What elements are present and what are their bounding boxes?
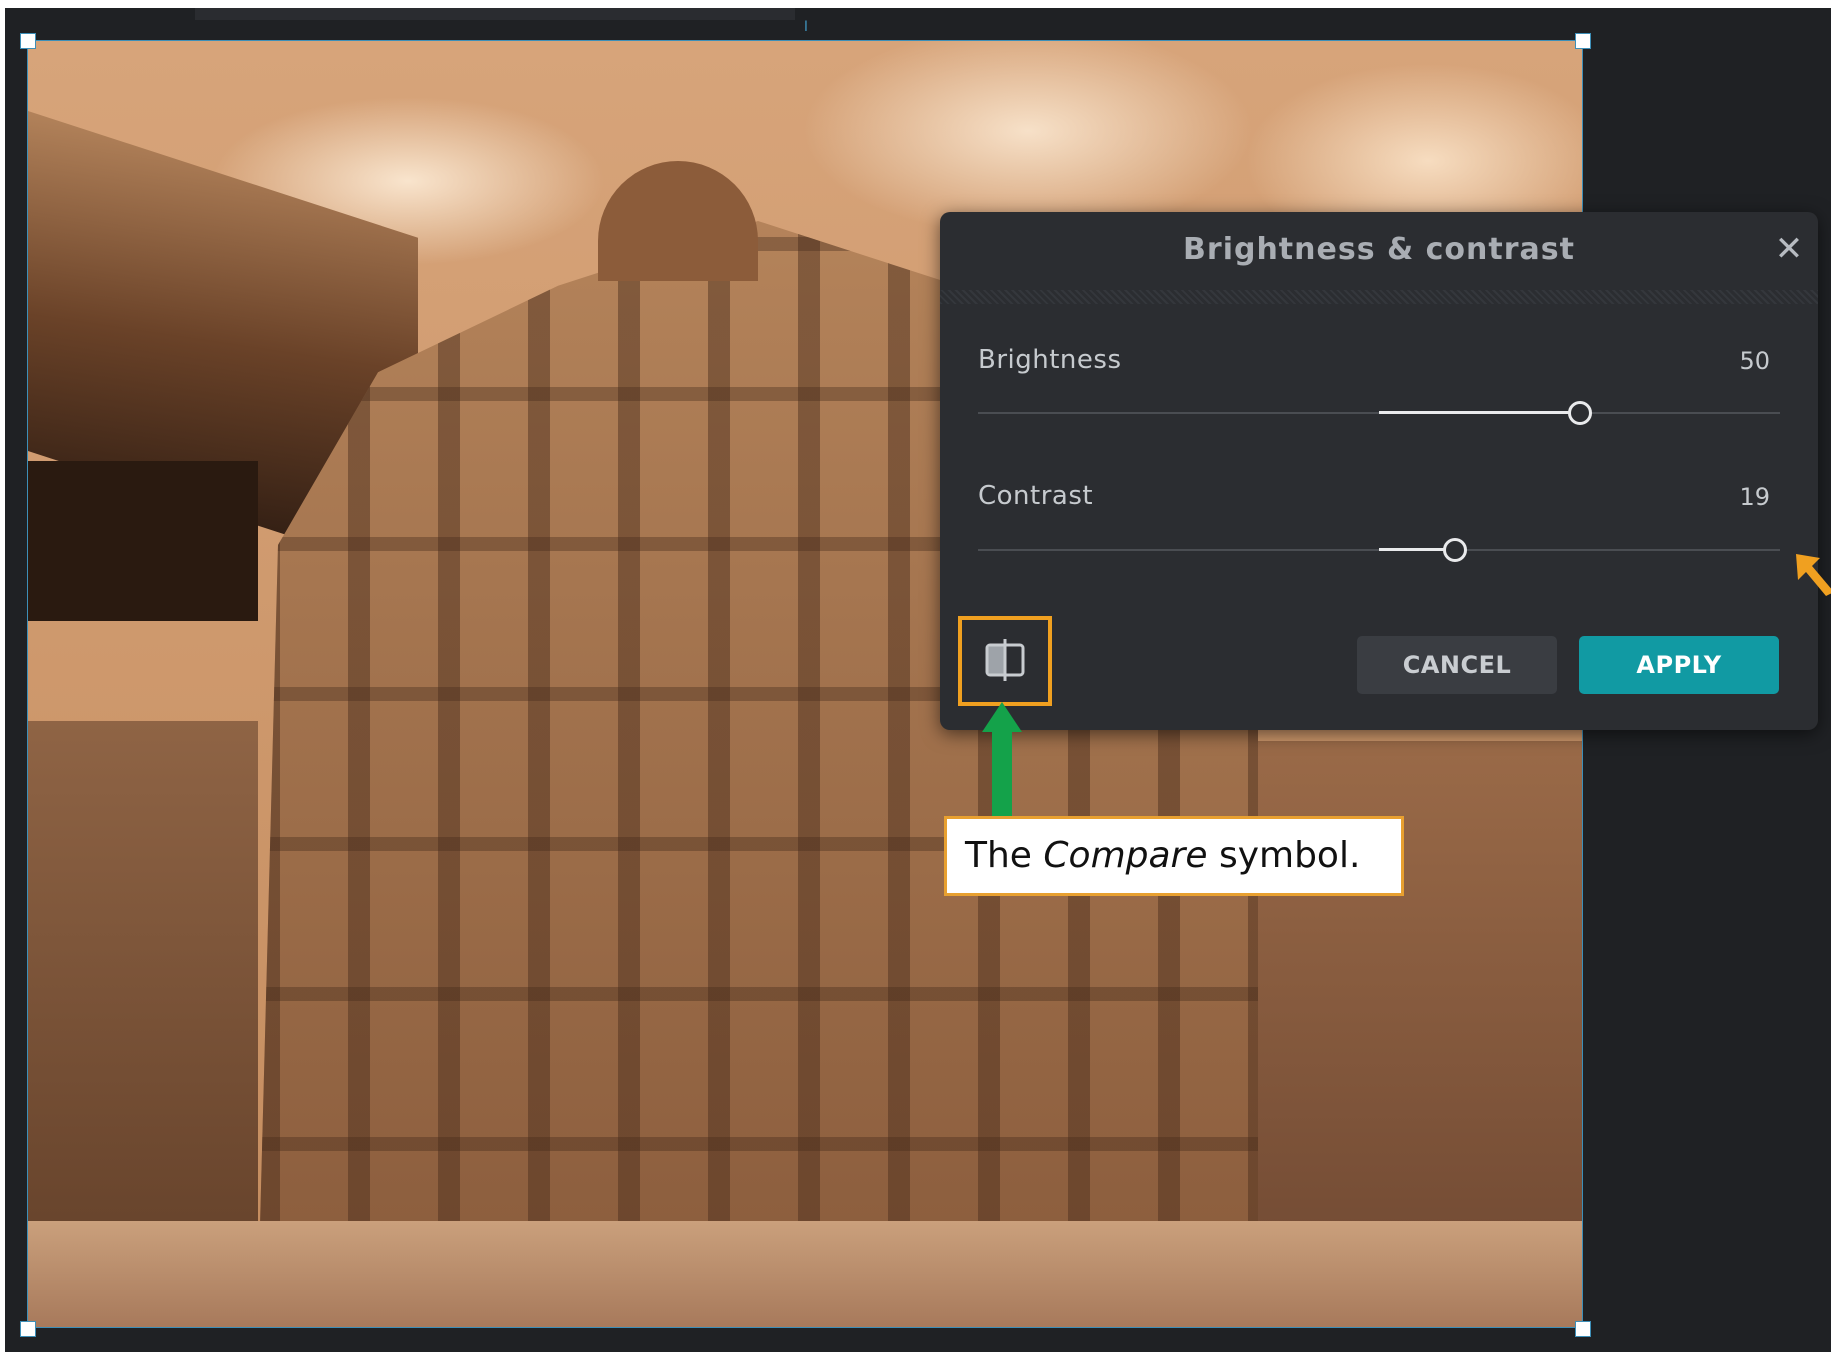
contrast-label: Contrast [978,481,1094,511]
contrast-slider-thumb[interactable] [1443,538,1468,562]
resize-handle-bottom-right[interactable] [1575,1321,1591,1337]
workspace-toolbar-edge [195,8,795,20]
selection-top-marker[interactable]: I [800,20,812,34]
resize-handle-top-left[interactable] [20,33,36,49]
header-divider [940,290,1818,304]
contrast-value: 19 [1739,483,1770,511]
brightness-slider-thumb[interactable] [1567,401,1592,425]
dialog-title: Brightness & contrast [1183,232,1575,267]
dialog-header: Brightness & contrast ✕ [940,212,1818,290]
top-strip [0,0,1831,8]
resize-handle-bottom-left[interactable] [20,1321,36,1337]
photo-street [28,1221,1582,1327]
resize-handle-top-right[interactable] [1575,33,1591,49]
apply-button[interactable]: APPLY [1579,636,1779,694]
photo-building-dome [598,161,758,281]
photo-bridge-shadow [28,461,258,621]
callout-text-emphasis: Compare [1043,835,1208,876]
brightness-label: Brightness [978,345,1122,375]
compare-icon [985,639,1025,681]
cancel-button[interactable]: CANCEL [1357,636,1557,694]
compare-highlight [958,616,1052,706]
brightness-fill [1379,411,1580,414]
callout-text-prefix: The [965,835,1044,876]
brightness-value: 50 [1739,347,1770,375]
annotation-arrow-shaft [992,726,1012,826]
callout-text-suffix: symbol. [1207,835,1361,876]
close-icon[interactable]: ✕ [1770,230,1808,268]
annotation-arrow-orange-icon [1796,554,1831,596]
photo-editor: I Brightness & contrast ✕ Brightness 50 … [0,0,1831,1352]
annotation-callout: The Compare symbol. [944,816,1404,896]
compare-button[interactable] [973,631,1037,691]
